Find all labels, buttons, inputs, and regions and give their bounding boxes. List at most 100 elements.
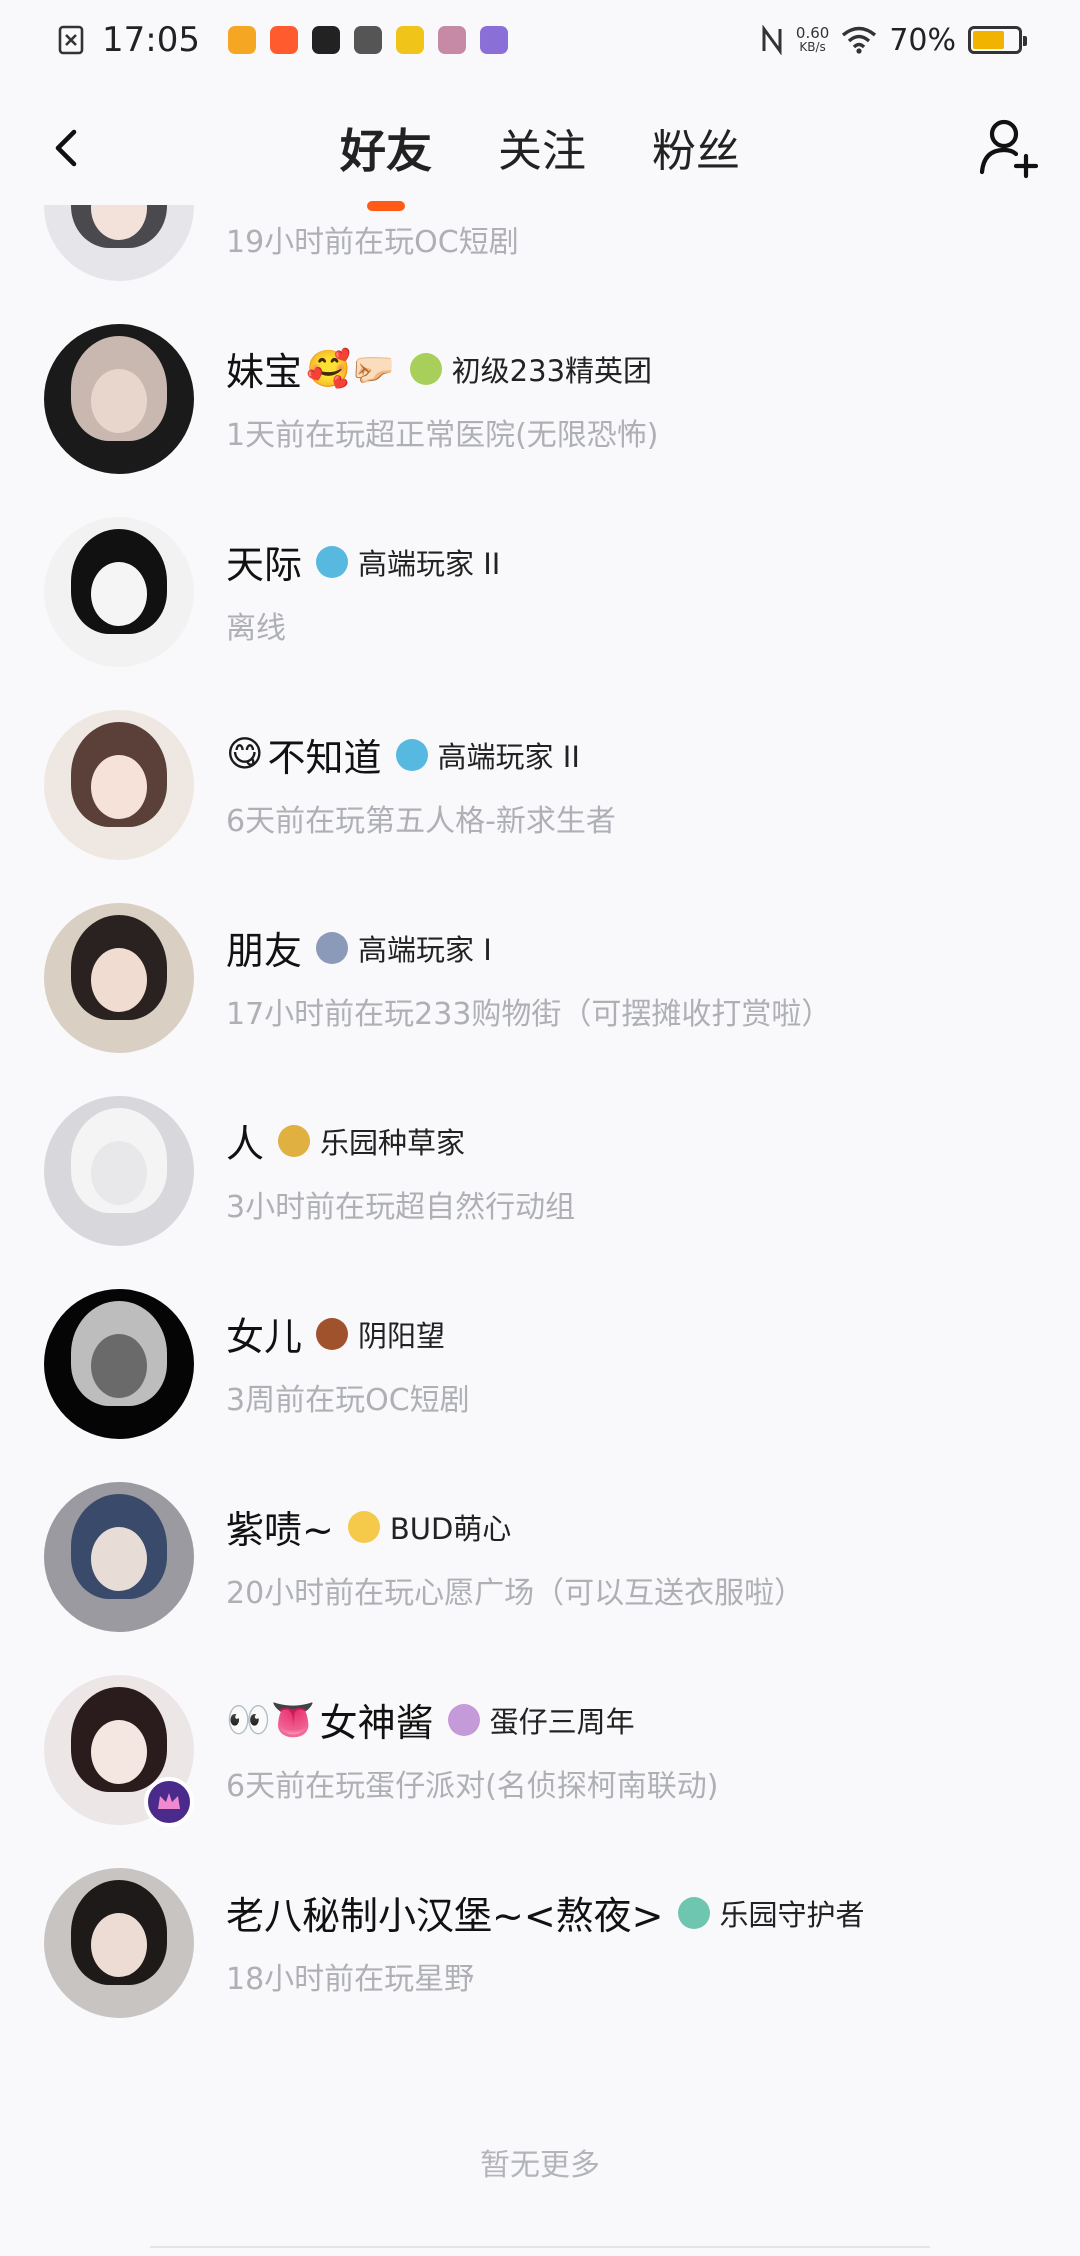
wifi-icon <box>842 26 877 54</box>
top-navigation: 好友 关注 粉丝 <box>0 100 1080 211</box>
network-speed: 0.60 KB/s <box>795 24 830 55</box>
notification-app-icon <box>479 26 508 54</box>
title-badge-icon <box>316 931 349 964</box>
friend-name: 女神酱 <box>319 1701 434 1745</box>
friend-row[interactable]: 天际 高端玩家 II 离线 <box>0 495 1080 688</box>
notification-app-icon <box>311 26 340 54</box>
title-badge-label: 高端玩家 I <box>358 932 492 967</box>
friend-info: 天际 高端玩家 II 离线 <box>226 537 500 647</box>
friend-name: 紫啧~ <box>226 1508 334 1552</box>
name-line: 人 乐园种草家 <box>226 1116 575 1166</box>
title-badge-label: BUD萌心 <box>389 1511 512 1546</box>
tab-following[interactable]: 关注 <box>498 115 586 181</box>
notification-app-icons <box>227 26 508 54</box>
tab-fans[interactable]: 粉丝 <box>652 115 740 181</box>
avatar[interactable] <box>44 902 194 1053</box>
friend-list-viewport[interactable]: 沐. 发帖达人 III 19小时前在玩OC短剧 妹宝 🥰🤛🏻 初级233精英团 … <box>0 205 1080 2256</box>
friend-name: 妹宝 <box>226 350 303 394</box>
friend-info: 人 乐园种草家 3小时前在玩超自然行动组 <box>226 1116 575 1226</box>
title-badge-icon <box>677 1896 710 1929</box>
friend-info: 沐. 发帖达人 III 19小时前在玩OC短剧 <box>226 205 519 261</box>
title-badge-label: 高端玩家 II <box>358 546 501 581</box>
title-badge-icon <box>447 1703 480 1736</box>
bottom-divider <box>150 2246 930 2256</box>
avatar-face <box>91 1526 147 1591</box>
name-line: 女儿 阴阳望 <box>226 1309 470 1359</box>
name-line: 紫啧~ BUD萌心 <box>226 1502 804 1552</box>
avatar[interactable] <box>44 709 194 860</box>
friend-status: 6天前在玩蛋仔派对(名侦探柯南联动) <box>226 1768 719 1804</box>
notification-app-icon <box>227 26 256 54</box>
avatar-face <box>91 1719 147 1784</box>
friend-row[interactable]: 老八秘制小汉堡~<熬夜> 乐园守护者 18小时前在玩星野 <box>0 1846 1080 2039</box>
battery-percent: 70% <box>889 22 956 58</box>
friend-row[interactable]: 朋友 高端玩家 I 17小时前在玩233购物街（可摆摊收打赏啦） <box>0 881 1080 1074</box>
avatar-face <box>91 368 147 433</box>
avatar[interactable] <box>44 516 194 667</box>
title-badge-icon <box>316 1317 349 1350</box>
friend-row[interactable]: 妹宝 🥰🤛🏻 初级233精英团 1天前在玩超正常医院(无限恐怖) <box>0 302 1080 495</box>
avatar[interactable] <box>44 1288 194 1439</box>
avatar-face <box>91 1912 147 1977</box>
no-more-text: 暂无更多 <box>480 2148 600 2183</box>
title-badge-label: 乐园守护者 <box>719 1897 865 1932</box>
title-badge-icon <box>347 1510 380 1543</box>
friend-info: 老八秘制小汉堡~<熬夜> 乐园守护者 18小时前在玩星野 <box>226 1888 865 1998</box>
avatar-face <box>91 561 147 626</box>
avatar-face <box>91 947 147 1012</box>
notification-app-icon <box>353 26 382 54</box>
friend-status: 18小时前在玩星野 <box>226 1961 475 1997</box>
title-badge-label: 乐园种草家 <box>320 1125 466 1160</box>
title-badge-label: 蛋仔三周年 <box>489 1704 635 1739</box>
friend-status: 3小时前在玩超自然行动组 <box>226 1189 576 1225</box>
notification-close-icon <box>58 25 84 55</box>
nfc-icon <box>762 25 782 55</box>
friend-list: 沐. 发帖达人 III 19小时前在玩OC短剧 妹宝 🥰🤛🏻 初级233精英团 … <box>0 205 1080 2039</box>
friend-info: 妹宝 🥰🤛🏻 初级233精英团 1天前在玩超正常医院(无限恐怖) <box>226 344 659 454</box>
friend-row[interactable]: 👀👅 女神酱 蛋仔三周年 6天前在玩蛋仔派对(名侦探柯南联动) <box>0 1653 1080 1846</box>
title-badge-icon <box>409 352 442 385</box>
avatar[interactable] <box>44 205 194 281</box>
friend-info: 紫啧~ BUD萌心 20小时前在玩心愿广场（可以互送衣服啦） <box>226 1502 804 1612</box>
friend-name: 老八秘制小汉堡~<熬夜> <box>226 1894 664 1938</box>
friend-status: 1天前在玩超正常医院(无限恐怖) <box>226 417 659 453</box>
avatar[interactable] <box>44 1867 194 2018</box>
friend-row[interactable]: 沐. 发帖达人 III 19小时前在玩OC短剧 <box>0 205 1080 302</box>
avatar[interactable] <box>44 1481 194 1632</box>
avatar[interactable] <box>44 1095 194 1246</box>
friend-name: 天际 <box>226 543 303 587</box>
avatar-face <box>91 754 147 819</box>
status-bar: 17:05 0.60 KB/s 70% <box>0 0 1080 80</box>
name-line: 天际 高端玩家 II <box>226 537 500 587</box>
notification-app-icon <box>395 26 424 54</box>
friend-status: 3周前在玩OC短剧 <box>226 1382 470 1418</box>
friend-row[interactable]: 女儿 阴阳望 3周前在玩OC短剧 <box>0 1267 1080 1460</box>
friend-row[interactable]: 人 乐园种草家 3小时前在玩超自然行动组 <box>0 1074 1080 1267</box>
name-line: 朋友 高端玩家 I <box>226 923 831 973</box>
friend-name: 女儿 <box>226 1315 303 1359</box>
back-arrow-icon[interactable] <box>40 118 100 178</box>
title-badge-label: 初级233精英团 <box>451 353 653 388</box>
friend-status: 17小时前在玩233购物街（可摆摊收打赏啦） <box>226 996 832 1032</box>
battery-icon <box>968 26 1027 54</box>
name-line: 老八秘制小汉堡~<熬夜> 乐园守护者 <box>226 1888 865 1938</box>
title-badge-icon <box>316 545 349 578</box>
tab-friends[interactable]: 好友 <box>340 115 432 211</box>
title-badge-icon <box>278 1124 311 1157</box>
friend-row[interactable]: 紫啧~ BUD萌心 20小时前在玩心愿广场（可以互送衣服啦） <box>0 1460 1080 1653</box>
name-line: 妹宝 🥰🤛🏻 初级233精英团 <box>226 344 659 395</box>
friend-status: 离线 <box>226 610 286 646</box>
friend-info: 朋友 高端玩家 I 17小时前在玩233购物街（可摆摊收打赏啦） <box>226 923 831 1033</box>
title-badge-icon <box>395 738 428 771</box>
avatar[interactable] <box>44 323 194 474</box>
friend-emoji: 🥰🤛🏻 <box>306 348 396 390</box>
avatar-face <box>91 1333 147 1398</box>
notification-app-icon <box>437 26 466 54</box>
add-friend-icon[interactable] <box>974 112 1044 182</box>
friend-emoji: 😋 <box>226 734 264 775</box>
friend-info: 👀👅 女神酱 蛋仔三周年 6天前在玩蛋仔派对(名侦探柯南联动) <box>226 1695 719 1805</box>
friend-emoji: 👀👅 <box>226 1699 316 1741</box>
clock: 17:05 <box>102 20 200 60</box>
friend-row[interactable]: 😋 不知道 高端玩家 II 6天前在玩第五人格-新求生者 <box>0 688 1080 881</box>
friend-status: 20小时前在玩心愿广场（可以互送衣服啦） <box>226 1575 805 1611</box>
